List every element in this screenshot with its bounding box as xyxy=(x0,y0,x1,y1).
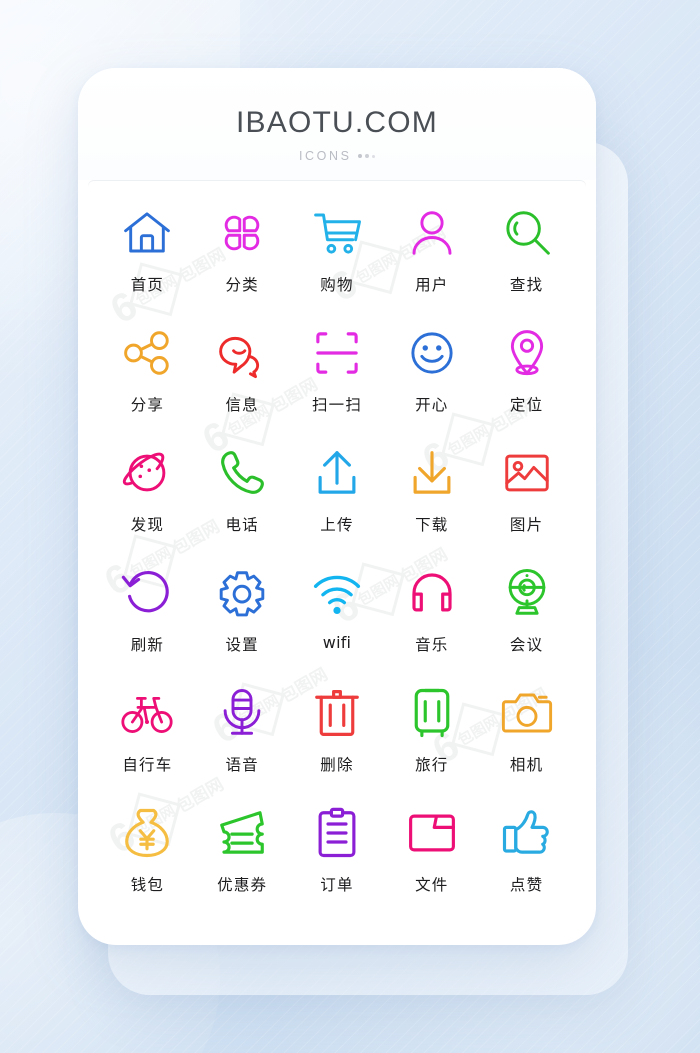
refresh-icon xyxy=(116,562,178,624)
icon-cell-coupon[interactable]: 优惠券 xyxy=(195,802,290,922)
icon-cell-search[interactable]: 查找 xyxy=(479,202,574,322)
icon-label: 首页 xyxy=(130,276,165,294)
settings-icon xyxy=(211,562,273,624)
icon-label: 旅行 xyxy=(415,756,449,774)
icon-cell-folder[interactable]: 文件 xyxy=(384,802,479,922)
icon-label: 删除 xyxy=(320,756,354,774)
upload-icon xyxy=(306,442,368,504)
image-icon xyxy=(496,442,558,504)
page-subtitle: ICONS xyxy=(298,149,352,163)
icon-cell-refresh[interactable]: 刷新 xyxy=(100,562,195,682)
icon-label: 语音 xyxy=(225,756,259,774)
icon-label: 购物 xyxy=(320,276,354,294)
icon-cell-user[interactable]: 用户 xyxy=(384,202,479,322)
camera-icon xyxy=(496,682,558,744)
icon-cell-settings[interactable]: 设置 xyxy=(195,562,290,682)
icon-cell-message[interactable]: 信息 xyxy=(195,322,290,442)
icon-cell-discover[interactable]: 发现 xyxy=(100,442,195,562)
icon-label: 分类 xyxy=(225,276,259,294)
icon-label: 文件 xyxy=(415,876,449,894)
discover-icon xyxy=(116,442,178,504)
share-icon xyxy=(116,322,178,384)
icon-label: 分享 xyxy=(130,396,165,414)
icon-label: wifi xyxy=(322,633,352,652)
icon-label: 定位 xyxy=(509,396,544,414)
icon-cell-headphones[interactable]: 音乐 xyxy=(384,562,479,682)
icon-label: 信息 xyxy=(225,396,259,414)
download-icon xyxy=(401,442,463,504)
search-icon xyxy=(496,202,558,264)
headphones-icon xyxy=(401,562,463,624)
phone-icon xyxy=(211,442,273,504)
icon-label: 上传 xyxy=(320,516,354,534)
icon-cell-microphone[interactable]: 语音 xyxy=(195,682,290,802)
icon-cell-cart[interactable]: 购物 xyxy=(290,202,385,322)
icon-cell-suitcase[interactable]: 旅行 xyxy=(384,682,479,802)
icon-label: 自行车 xyxy=(122,756,173,774)
icon-label: 点赞 xyxy=(509,876,544,894)
icon-cell-phone[interactable]: 电话 xyxy=(195,442,290,562)
icon-grid-panel: 6 包图网 包图网 6 包图网 包图网 6 包图网 包图网 6 包图网 包图网 … xyxy=(88,180,586,935)
bicycle-icon xyxy=(116,682,178,744)
card-header: IBAOTU.COM ICONS xyxy=(78,68,596,180)
icon-label: 发现 xyxy=(130,516,165,534)
icon-label: 开心 xyxy=(415,396,449,414)
scan-icon xyxy=(306,322,368,384)
icon-label: 下载 xyxy=(415,516,449,534)
icon-cell-home[interactable]: 首页 xyxy=(100,202,195,322)
message-icon xyxy=(211,322,273,384)
trash-icon xyxy=(306,682,368,744)
icon-cell-clipboard[interactable]: 订单 xyxy=(290,802,385,922)
icon-label: 电话 xyxy=(225,516,259,534)
icon-label: 刷新 xyxy=(130,636,165,654)
home-icon xyxy=(116,202,178,264)
icon-label: 相机 xyxy=(509,756,544,774)
icon-label: 订单 xyxy=(320,876,354,894)
icon-cell-wifi[interactable]: wifi xyxy=(290,562,385,682)
category-icon xyxy=(211,202,273,264)
icon-label: 扫一扫 xyxy=(311,396,363,414)
wallet-icon xyxy=(116,802,178,864)
icon-cell-webcam[interactable]: 会议 xyxy=(479,562,574,682)
wifi-icon xyxy=(306,562,368,624)
icon-cell-share[interactable]: 分享 xyxy=(100,322,195,442)
icon-cell-smiley[interactable]: 开心 xyxy=(384,322,479,442)
icon-cell-wallet[interactable]: 钱包 xyxy=(100,802,195,922)
icon-cell-upload[interactable]: 上传 xyxy=(290,442,385,562)
icon-label: 查找 xyxy=(509,276,544,294)
folder-icon xyxy=(401,802,463,864)
icon-label: 用户 xyxy=(415,276,449,294)
icon-cell-download[interactable]: 下载 xyxy=(384,442,479,562)
user-icon xyxy=(401,202,463,264)
icon-label: 会议 xyxy=(509,636,544,654)
coupon-icon xyxy=(211,802,273,864)
icon-cell-bicycle[interactable]: 自行车 xyxy=(100,682,195,802)
suitcase-icon xyxy=(401,682,463,744)
icon-cell-scan[interactable]: 扫一扫 xyxy=(290,322,385,442)
ellipsis-dots-icon xyxy=(357,153,376,159)
icon-cell-thumbs-up[interactable]: 点赞 xyxy=(479,802,574,922)
icon-cell-image[interactable]: 图片 xyxy=(479,442,574,562)
icon-label: 优惠券 xyxy=(217,876,268,894)
microphone-icon xyxy=(211,682,273,744)
icon-cell-location[interactable]: 定位 xyxy=(479,322,574,442)
cart-icon xyxy=(306,202,368,264)
icon-cell-category[interactable]: 分类 xyxy=(195,202,290,322)
subtitle-row: ICONS xyxy=(78,149,596,163)
icon-grid: 首页 分类 购物 用户 查找 分享 信息 扫一扫 开心 定位 发现 电话 上传 … xyxy=(100,202,574,922)
icon-cell-camera[interactable]: 相机 xyxy=(479,682,574,802)
icon-label: 钱包 xyxy=(130,876,165,894)
icon-set-card: IBAOTU.COM ICONS 6 包图网 包图网 6 包图网 包图网 6 包… xyxy=(78,68,596,945)
thumbs-up-icon xyxy=(496,802,558,864)
clipboard-icon xyxy=(306,802,368,864)
page-title: IBAOTU.COM xyxy=(235,106,438,139)
webcam-icon xyxy=(496,562,558,624)
smiley-icon xyxy=(401,322,463,384)
icon-label: 设置 xyxy=(225,636,259,654)
icon-label: 音乐 xyxy=(415,636,449,654)
icon-cell-trash[interactable]: 删除 xyxy=(290,682,385,802)
icon-label: 图片 xyxy=(509,516,544,534)
location-icon xyxy=(496,322,558,384)
